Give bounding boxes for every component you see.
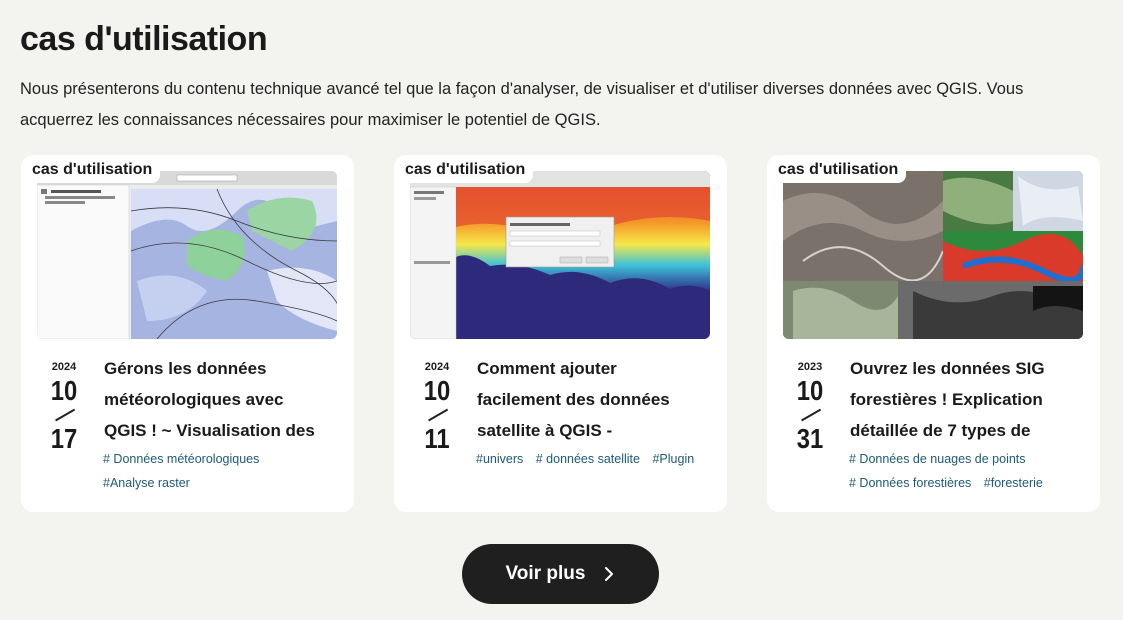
section-title: cas d'utilisation: [20, 20, 268, 58]
tag-link[interactable]: #Plugin: [652, 452, 694, 466]
article-card[interactable]: cas d'utilisation: [394, 155, 727, 512]
date-separator: [39, 406, 89, 424]
tag-list: # Données de nuages de points # Données …: [849, 447, 1089, 495]
date-separator: [412, 406, 462, 424]
publish-month: 10: [423, 375, 451, 406]
chevron-right-icon: [605, 567, 614, 581]
article-card[interactable]: cas d'utilisation 2023 10 31 Ouvrez les …: [767, 155, 1100, 512]
tag-link[interactable]: # Données de nuages de points: [849, 452, 1026, 466]
category-badge: cas d'utilisation: [398, 159, 534, 183]
tag-link[interactable]: #univers: [476, 452, 523, 466]
publish-year: 2024: [424, 361, 450, 373]
publish-year: 2024: [51, 361, 77, 373]
publish-date: 2024 10 11: [412, 361, 462, 454]
article-title[interactable]: Ouvrez les données SIG forestières ! Exp…: [850, 353, 1070, 446]
see-more-label: Voir plus: [505, 563, 586, 584]
publish-day: 17: [50, 423, 78, 454]
publish-month: 10: [796, 375, 824, 406]
tag-link[interactable]: #Analyse raster: [103, 476, 190, 490]
tag-link[interactable]: # données satellite: [536, 452, 640, 466]
tag-link[interactable]: #foresterie: [984, 476, 1043, 490]
tag-link[interactable]: # Données météorologiques: [103, 452, 259, 466]
publish-year: 2023: [797, 361, 823, 373]
publish-day: 31: [796, 423, 824, 454]
article-card[interactable]: cas d'utilisation: [21, 155, 354, 512]
section-intro: Nous présenterons du contenu technique a…: [20, 80, 1024, 129]
see-more-button[interactable]: Voir plus: [462, 544, 659, 604]
category-badge: cas d'utilisation: [25, 159, 161, 183]
publish-date: 2023 10 31: [785, 361, 835, 454]
tag-list: #univers # données satellite #Plugin: [476, 447, 716, 471]
weather-map-thumbnail[interactable]: [37, 171, 337, 339]
publish-date: 2024 10 17: [39, 361, 89, 454]
publish-day: 11: [424, 423, 450, 454]
satellite-thumbnail[interactable]: [410, 171, 710, 339]
article-title[interactable]: Comment ajouter facilement des données s…: [477, 353, 697, 446]
article-title[interactable]: Gérons les données météorologiques avec …: [104, 353, 324, 446]
forest-gis-thumbnail[interactable]: [783, 171, 1083, 339]
tag-link[interactable]: # Données forestières: [849, 476, 971, 490]
tag-list: # Données météorologiques #Analyse raste…: [103, 447, 343, 495]
category-badge: cas d'utilisation: [771, 159, 907, 183]
date-separator: [785, 406, 835, 424]
publish-month: 10: [50, 375, 78, 406]
